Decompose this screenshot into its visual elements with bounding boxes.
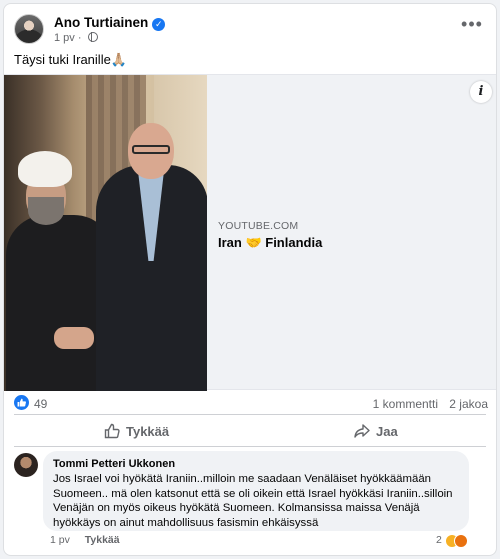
thumbnail-figure-beard [28,197,64,225]
comment-bubble: Tommi Petteri Ukkonen Jos Israel voi hyö… [43,451,469,531]
post-text: Täysi tuki Iranille🙏🏼 [14,52,127,67]
comment-count[interactable]: 1 kommentti [373,397,438,411]
share-button-label: Jaa [376,423,398,439]
comment-reactions[interactable]: 2 [436,534,468,548]
thumbnail-handshake [54,327,94,349]
share-arrow-icon [354,424,370,438]
share-button[interactable]: Jaa [354,417,398,445]
author-avatar[interactable] [14,14,44,44]
post-timestamp[interactable]: 1 pv [54,32,75,44]
preview-thumbnail[interactable] [4,75,207,391]
commenter-avatar[interactable] [14,453,38,477]
reaction-count: 2 [436,534,442,546]
like-button[interactable]: Tykkää [104,417,169,445]
engagement-stats: 49 1 kommentti 2 jakoa [14,392,488,414]
thumbnail-figure-glasses [132,145,170,154]
comment-like-button[interactable]: Tykkää [85,534,120,546]
like-button-label: Tykkää [126,423,170,439]
globe-icon [87,32,98,42]
action-bar: Tykkää Jaa [14,417,486,445]
like-reaction-icon[interactable] [14,395,29,410]
author-name-text[interactable]: Ano Turtiainen [54,15,148,30]
comment-timestamp[interactable]: 1 pv [50,534,70,546]
info-icon[interactable]: i [470,81,492,103]
link-preview[interactable]: YOUTUBE.COM Iran 🤝 Finlandia i [4,74,496,391]
preview-source: YOUTUBE.COM [218,220,299,232]
verified-badge-icon: ✓ [152,18,166,31]
comment-text: Jos Israel voi hyökätä Iraniin..milloin … [53,473,453,529]
preview-title[interactable]: Iran 🤝 Finlandia [218,235,322,251]
divider [14,446,486,447]
more-options-button[interactable]: ••• [460,15,484,38]
post-header: Ano Turtiainen ✓ 1 pv · ••• [14,14,486,46]
post-meta: 1 pv · [54,32,98,44]
angry-reaction-icon [454,534,468,548]
author-name[interactable]: Ano Turtiainen ✓ [54,15,166,31]
divider [14,414,486,415]
thumbs-up-icon [104,423,120,439]
comment-footer: 1 pv Tykkää [50,534,120,546]
post-card: Ano Turtiainen ✓ 1 pv · ••• Täysi tuki Ir… [3,3,497,556]
share-count[interactable]: 2 jakoa [449,397,488,411]
thumbnail-figure-turban [18,151,72,187]
like-count[interactable]: 49 [34,397,47,411]
comment-author[interactable]: Tommi Petteri Ukkonen [53,457,459,471]
